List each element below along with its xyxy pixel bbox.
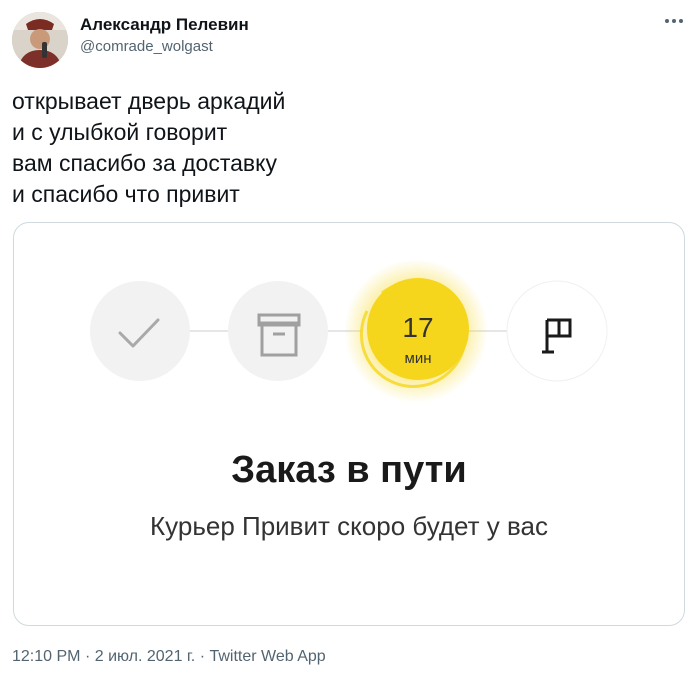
eta-number: 17 bbox=[402, 312, 433, 343]
tweet-line: и спасибо что привит bbox=[12, 181, 240, 207]
tweet-meta: 12:10 PM · 2 июл. 2021 г. · Twitter Web … bbox=[12, 648, 326, 666]
author-name[interactable]: Александр Пелевин bbox=[80, 15, 249, 35]
tweet-time[interactable]: 12:10 PM bbox=[12, 648, 80, 665]
meta-separator: · bbox=[84, 648, 91, 665]
tweet-text: открывает дверь аркадий и с улыбкой гово… bbox=[12, 86, 285, 210]
avatar-photo bbox=[12, 12, 68, 68]
more-options-icon[interactable] bbox=[662, 14, 686, 28]
order-progress-tracker: 17 мин bbox=[90, 259, 608, 403]
author-handle[interactable]: @comrade_wolgast bbox=[80, 38, 213, 55]
tweet-line: открывает дверь аркадий bbox=[12, 88, 286, 114]
step-eta-active: 17 мин bbox=[344, 259, 488, 403]
step-delivered-check bbox=[90, 281, 190, 381]
tweet-line: вам спасибо за доставку bbox=[12, 150, 277, 176]
step-package bbox=[228, 281, 328, 381]
tweet-media-image[interactable]: 17 мин Заказ в пути Курьер Привит скоро … bbox=[13, 222, 685, 626]
order-status-subtitle: Курьер Привит скоро будет у вас bbox=[150, 511, 548, 541]
step-destination-flag bbox=[506, 280, 608, 382]
eta-unit: мин bbox=[405, 350, 432, 367]
avatar[interactable] bbox=[12, 12, 68, 68]
meta-separator: · bbox=[199, 648, 206, 665]
tweet-line: и с улыбкой говорит bbox=[12, 119, 228, 145]
tweet-source[interactable]: Twitter Web App bbox=[209, 648, 325, 665]
tweet-date[interactable]: 2 июл. 2021 г. bbox=[95, 648, 196, 665]
order-status-title: Заказ в пути bbox=[231, 449, 467, 491]
